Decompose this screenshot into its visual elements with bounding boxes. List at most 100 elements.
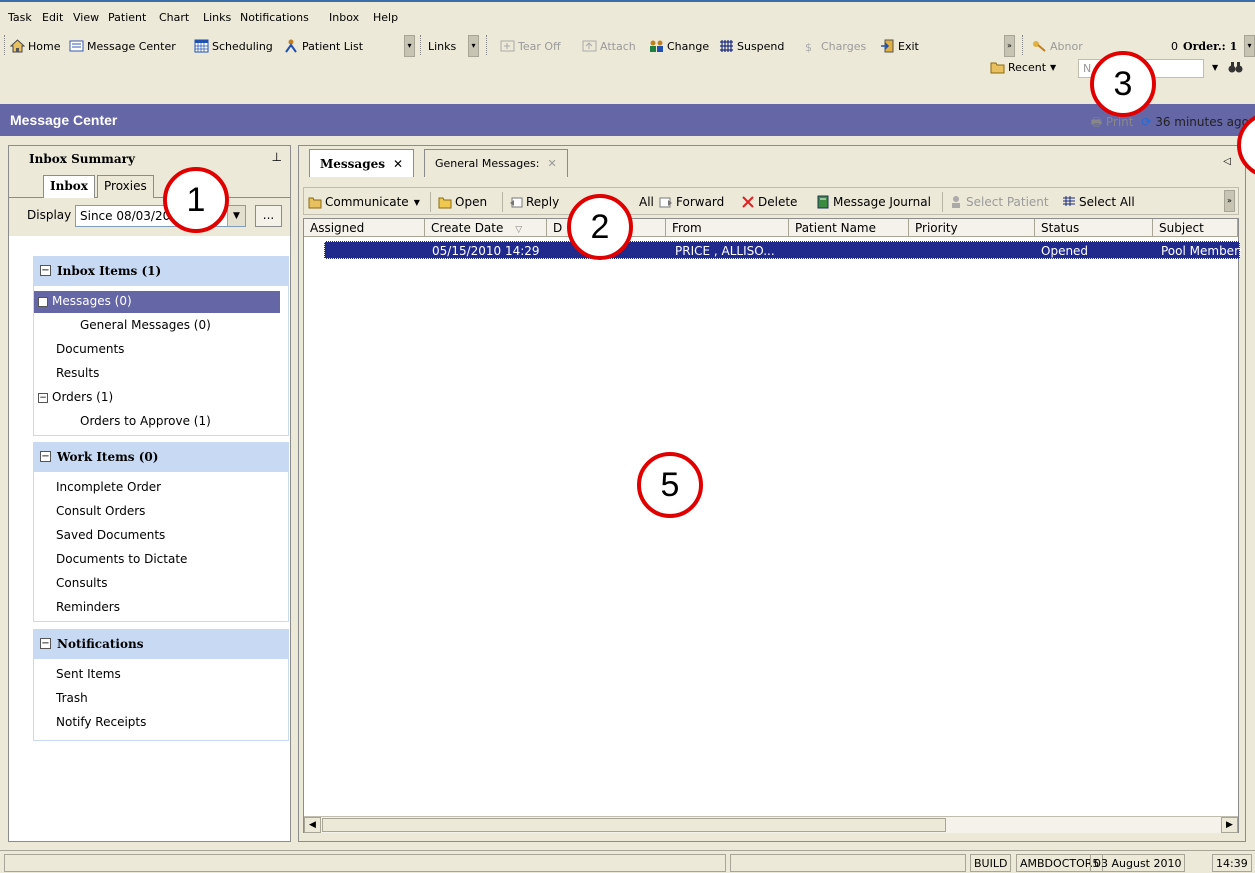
notification-sent-items[interactable]: Sent Items — [56, 667, 121, 681]
forward-button[interactable]: Forward — [659, 192, 724, 212]
svg-text:$: $ — [805, 41, 812, 53]
callout-partial-clip — [1237, 112, 1255, 178]
exit-button[interactable]: Exit — [880, 36, 919, 56]
work-item-incomplete-order[interactable]: Incomplete Order — [56, 480, 161, 494]
notifications-section-header[interactable]: − Notifications — [33, 629, 289, 659]
recent-folder-icon — [990, 60, 1005, 74]
toolbar-overflow-button[interactable]: » — [1224, 190, 1235, 212]
callout-partial — [1237, 112, 1255, 178]
links-button[interactable]: Links — [428, 36, 456, 56]
status-build: BUILD — [970, 854, 1012, 872]
tear-off-button[interactable]: Tear Off — [500, 36, 561, 56]
status-time: 14:39 — [1212, 854, 1252, 872]
toolbar-overflow-button[interactable]: » — [1004, 35, 1015, 57]
menu-task[interactable]: Task — [8, 11, 32, 24]
refresh-button[interactable]: ⟳ 36 minutes ago — [1141, 115, 1249, 129]
close-icon[interactable]: ✕ — [548, 157, 557, 170]
scroll-right-icon[interactable]: ▶ — [1221, 817, 1238, 833]
scheduling-button[interactable]: Scheduling — [194, 36, 273, 56]
inbox-item-orders[interactable]: − Orders (1) — [38, 390, 113, 404]
work-item-saved-documents[interactable]: Saved Documents — [56, 528, 165, 542]
delete-icon — [741, 195, 755, 209]
menu-edit[interactable]: Edit — [42, 11, 63, 24]
search-dropdown-button[interactable]: ▼ — [1212, 57, 1218, 77]
messages-grid: Assigned Create Date ▽ D From Patient Na… — [303, 218, 1241, 833]
page-title: Message Center — [10, 112, 118, 128]
pin-icon[interactable]: ⊥ — [272, 150, 282, 164]
chevron-down-icon: ▼ — [413, 197, 420, 207]
collapse-icon: − — [38, 392, 48, 403]
home-button[interactable]: Home — [9, 36, 60, 56]
menu-chart[interactable]: Chart — [159, 11, 189, 24]
patient-list-button[interactable]: Patient List — [284, 36, 363, 56]
menu-view[interactable]: View — [73, 11, 99, 24]
toolbar-overflow-button[interactable]: ▾ — [404, 35, 415, 57]
menu-inbox[interactable]: Inbox — [329, 11, 359, 24]
tab-messages[interactable]: Messages ✕ — [309, 149, 415, 177]
toolbar-separator — [430, 192, 431, 212]
communicate-button[interactable]: Communicate ▼ — [308, 192, 420, 212]
select-all-button[interactable]: Select All — [1062, 192, 1135, 212]
menu-links[interactable]: Links — [203, 11, 231, 24]
toolbar-grip[interactable] — [420, 35, 423, 55]
reply-button[interactable]: Reply — [509, 192, 559, 212]
tab-proxies[interactable]: Proxies — [97, 175, 154, 198]
message-center-button[interactable]: Message Center — [69, 36, 176, 56]
notification-trash[interactable]: Trash — [56, 691, 88, 705]
tab-scroll-left-icon[interactable]: ◁ — [1223, 156, 1231, 167]
inbox-item-general-messages[interactable]: General Messages (0) — [80, 318, 211, 332]
suspend-button[interactable]: Suspend — [719, 36, 784, 56]
horizontal-scrollbar[interactable]: ◀ ▶ — [304, 816, 1238, 833]
notification-notify-receipts[interactable]: Notify Receipts — [56, 715, 146, 729]
open-button[interactable]: Open — [438, 192, 487, 212]
inbox-items-section-header[interactable]: − Inbox Items (1) — [33, 256, 289, 286]
delete-button[interactable]: Delete — [741, 192, 797, 212]
tab-general-messages[interactable]: General Messages: ✕ — [424, 149, 568, 177]
order-count[interactable]: Order.: 1 — [1183, 36, 1237, 56]
close-icon[interactable]: ✕ — [393, 157, 403, 171]
scroll-left-icon[interactable]: ◀ — [304, 817, 321, 833]
work-item-documents-to-dictate[interactable]: Documents to Dictate — [56, 552, 187, 566]
menu-patient[interactable]: Patient — [108, 11, 146, 24]
menu-help[interactable]: Help — [373, 11, 398, 24]
binoculars-search-button[interactable] — [1228, 57, 1246, 77]
toolbar-overflow-button[interactable]: ▾ — [1244, 35, 1255, 57]
change-button[interactable]: Change — [649, 36, 709, 56]
print-button[interactable]: 🖶 Print — [1091, 115, 1134, 129]
toolbar-separator — [502, 192, 503, 212]
recent-button[interactable]: Recent ▼ — [990, 57, 1056, 77]
charges-icon: $ — [803, 39, 818, 54]
change-patient-icon — [649, 39, 664, 53]
attach-button[interactable]: Attach — [582, 36, 636, 56]
column-header-priority[interactable]: Priority — [909, 219, 1035, 237]
work-item-consults[interactable]: Consults — [56, 576, 107, 590]
menu-notifications[interactable]: Notifications — [240, 11, 309, 24]
charges-button[interactable]: $ Charges — [803, 36, 866, 56]
scrollbar-thumb[interactable] — [322, 818, 946, 832]
column-header-assigned[interactable]: Assigned — [304, 219, 425, 237]
toolbar-grip[interactable] — [1022, 35, 1025, 55]
inbox-item-results[interactable]: Results — [56, 366, 99, 380]
column-header-from[interactable]: From — [666, 219, 789, 237]
work-items-section-header[interactable]: − Work Items (0) — [33, 442, 289, 472]
tab-inbox[interactable]: Inbox — [43, 175, 95, 199]
work-item-reminders[interactable]: Reminders — [56, 600, 120, 614]
toolbar-grip[interactable] — [4, 35, 7, 55]
toolbar-grip[interactable] — [486, 35, 489, 55]
column-header-subject[interactable]: Subject — [1153, 219, 1238, 237]
inbox-item-documents[interactable]: Documents — [56, 342, 124, 356]
table-row[interactable]: 05/15/2010 14:29 PRICE , ALLISO... Opene… — [324, 241, 1241, 259]
abnormal-results-indicator[interactable]: Abnor — [1032, 36, 1083, 56]
message-journal-button[interactable]: Message Journal — [816, 192, 931, 212]
inbox-item-messages[interactable]: − Messages (0) — [34, 291, 280, 313]
column-header-patient-name[interactable]: Patient Name — [789, 219, 909, 237]
column-header-status[interactable]: Status — [1035, 219, 1153, 237]
display-options-button[interactable]: ... — [255, 205, 282, 227]
inbox-item-orders-to-approve[interactable]: Orders to Approve (1) — [80, 414, 211, 428]
reply-all-button[interactable]: All — [639, 192, 654, 212]
work-item-consult-orders[interactable]: Consult Orders — [56, 504, 145, 518]
links-overflow-button[interactable]: ▾ — [468, 35, 479, 57]
column-header-create-date[interactable]: Create Date ▽ — [425, 219, 547, 237]
select-patient-button[interactable]: Select Patient — [949, 192, 1049, 212]
cell-create-date: 05/15/2010 14:29 — [432, 244, 540, 258]
